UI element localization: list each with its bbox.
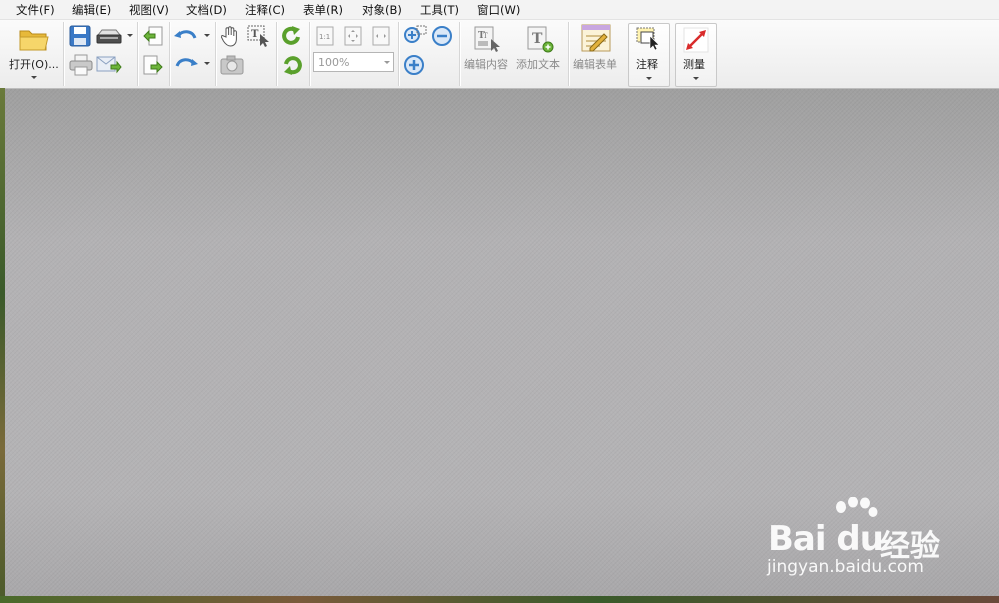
svg-text:T: T <box>483 32 488 40</box>
select-text-button[interactable]: T <box>246 24 272 48</box>
annotate-dropdown-arrow[interactable] <box>646 77 652 80</box>
zoom-in-button[interactable] <box>402 53 426 77</box>
edit-content-button[interactable]: T T <box>472 24 502 54</box>
menu-bar: 文件(F) 编辑(E) 视图(V) 文档(D) 注释(C) 表单(R) 对象(B… <box>0 0 999 20</box>
folder-icon <box>19 30 49 51</box>
menu-comment[interactable]: 注释(C) <box>245 2 285 18</box>
rotate-counterclockwise-icon <box>284 56 302 75</box>
menu-object[interactable]: 对象(B) <box>362 2 402 18</box>
redo-icon <box>175 58 198 67</box>
annotate-label: 注释 <box>636 58 658 71</box>
annotate-button[interactable]: 注释 <box>628 23 670 87</box>
menu-document[interactable]: 文档(D) <box>186 2 227 18</box>
undo-button[interactable] <box>173 26 199 48</box>
fit-width-button[interactable] <box>370 25 392 47</box>
svg-text:T: T <box>251 29 259 40</box>
rotate-counterclockwise-button[interactable] <box>280 53 304 77</box>
undo-dropdown-arrow[interactable] <box>204 34 210 37</box>
page-arrow-right-icon <box>143 55 163 75</box>
menu-view[interactable]: 视图(V) <box>129 2 169 18</box>
save-button[interactable] <box>68 24 92 48</box>
camera-icon <box>220 55 244 75</box>
fit-width-icon <box>372 26 390 46</box>
toolbar: 打开(O)... T 1:1 100% T T 编辑内容 T 添加文本 编辑表单… <box>0 20 999 89</box>
zoom-select[interactable]: 100% <box>313 52 394 72</box>
add-text-button[interactable]: T <box>525 24 555 54</box>
measure-dropdown-arrow[interactable] <box>693 77 699 80</box>
page-next-button[interactable] <box>142 54 164 78</box>
svg-text:1:1: 1:1 <box>319 33 330 41</box>
text-select-icon: T <box>247 25 269 47</box>
printer-icon <box>69 54 93 76</box>
measure-button[interactable]: 测量 <box>675 23 717 87</box>
open-label: 打开(O)... <box>9 58 59 71</box>
page-arrow-left-icon <box>143 26 163 46</box>
annotate-icon <box>636 27 660 51</box>
svg-text:T: T <box>532 31 543 47</box>
menu-edit[interactable]: 编辑(E) <box>72 2 111 18</box>
edit-form-icon <box>581 24 611 52</box>
menu-form[interactable]: 表单(R) <box>303 2 343 18</box>
edit-content-label: 编辑内容 <box>464 58 508 71</box>
scan-dropdown-arrow[interactable] <box>127 34 133 37</box>
redo-button[interactable] <box>173 54 199 76</box>
measure-icon <box>683 27 709 53</box>
add-text-icon: T <box>527 26 554 53</box>
open-dropdown-arrow[interactable] <box>31 76 37 79</box>
menu-window[interactable]: 窗口(W) <box>477 2 520 18</box>
email-icon <box>96 56 122 74</box>
redo-dropdown-arrow[interactable] <box>204 62 210 65</box>
edit-form-button[interactable] <box>580 23 612 53</box>
zoom-out-icon <box>432 26 452 46</box>
zoom-marquee-icon <box>404 25 427 43</box>
rotate-clockwise-icon <box>282 26 300 45</box>
baidu-watermark: Bai du 经验 jingyan.baidu.com <box>765 497 995 587</box>
actual-size-icon: 1:1 <box>316 26 334 46</box>
zoom-out-button[interactable] <box>430 24 454 48</box>
watermark-url: jingyan.baidu.com <box>767 557 924 577</box>
desktop-background-bottom <box>0 596 999 603</box>
desktop-background-left <box>0 88 5 603</box>
actual-size-button[interactable]: 1:1 <box>314 25 336 47</box>
watermark-brand: Bai du <box>768 519 884 559</box>
app-window: 文件(F) 编辑(E) 视图(V) 文档(D) 注释(C) 表单(R) 对象(B… <box>0 0 999 603</box>
menu-tools[interactable]: 工具(T) <box>420 2 459 18</box>
zoom-marquee-button[interactable] <box>402 24 428 48</box>
snapshot-button[interactable] <box>219 53 245 77</box>
page-previous-button[interactable] <box>142 25 164 49</box>
print-button[interactable] <box>68 53 94 77</box>
open-button[interactable] <box>16 25 52 53</box>
fit-page-button[interactable] <box>342 25 364 47</box>
rotate-clockwise-button[interactable] <box>280 24 304 48</box>
zoom-in-icon <box>404 55 424 75</box>
fit-page-icon <box>344 26 362 46</box>
scanner-icon <box>96 29 122 44</box>
email-button[interactable] <box>96 53 122 77</box>
zoom-dropdown-arrow[interactable] <box>384 61 390 64</box>
undo-icon <box>174 30 197 39</box>
hand-icon <box>221 26 237 47</box>
menu-file[interactable]: 文件(F) <box>16 2 55 18</box>
edit-content-icon: T T <box>474 26 500 52</box>
hand-tool-button[interactable] <box>219 24 243 48</box>
add-text-label: 添加文本 <box>516 58 560 71</box>
zoom-value: 100% <box>318 56 350 69</box>
scanner-button[interactable] <box>96 25 122 47</box>
measure-label: 测量 <box>683 58 705 71</box>
edit-form-label: 编辑表单 <box>573 58 617 71</box>
floppy-disk-icon <box>69 25 91 47</box>
